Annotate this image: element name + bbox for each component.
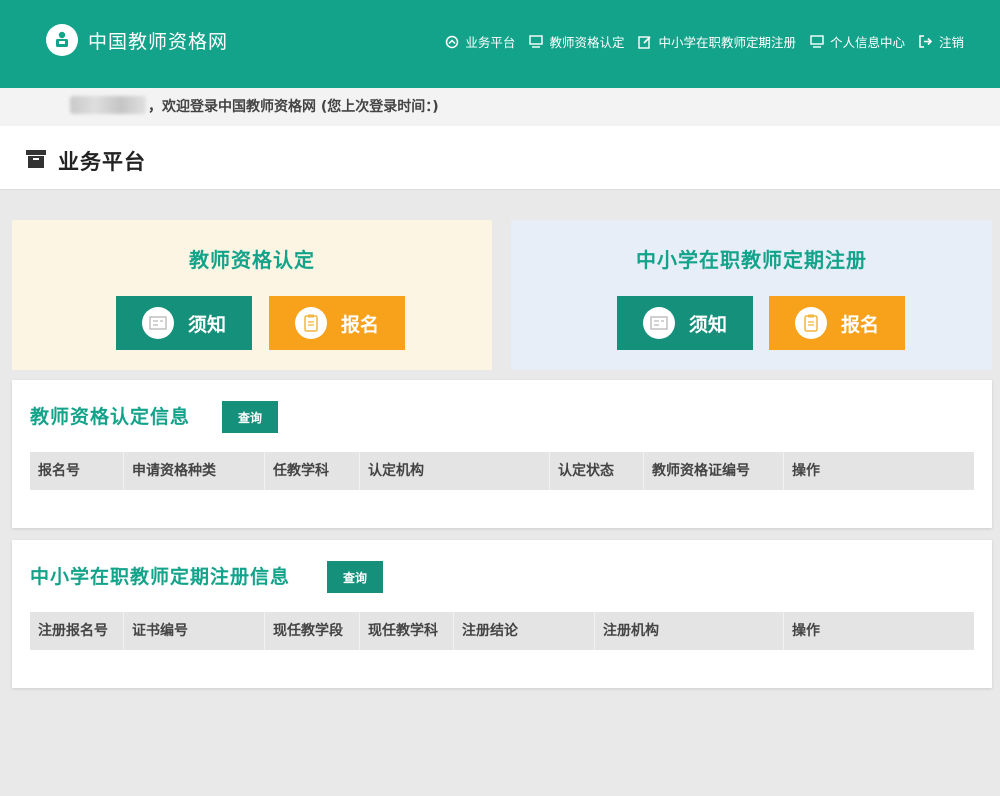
top-header: 中国教师资格网 业务平台 教师资格认定 中小学在职教师定期注册 个人信息中心 注… (0, 0, 1000, 88)
table-header: 报名号 申请资格种类 任教学科 认定机构 认定状态 教师资格证编号 操作 (30, 452, 974, 490)
column-header: 任教学科 (265, 452, 360, 490)
top-navigation: 业务平台 教师资格认定 中小学在职教师定期注册 个人信息中心 注销 (445, 32, 964, 51)
nav-item-label: 中小学在职教师定期注册 (658, 35, 796, 50)
card-teacher-certification: 教师资格认定 须知 报名 (12, 220, 492, 370)
notice-card-icon (141, 307, 174, 339)
nav-item-personal-center[interactable]: 个人信息中心 (810, 32, 905, 51)
welcome-bar: ，欢迎登录中国教师资格网 (您上次登录时间：) (0, 88, 1000, 126)
nav-item-label: 教师资格认定 (549, 35, 625, 50)
notice-card-icon (642, 307, 675, 339)
nav-item-logout[interactable]: 注销 (919, 32, 964, 51)
column-header: 申请资格种类 (124, 452, 265, 490)
column-header: 认定机构 (360, 452, 550, 490)
table-header: 注册报名号 证书编号 现任教学段 现任教学科 注册结论 注册机构 操作 (30, 612, 974, 650)
button-label: 须知 (187, 313, 226, 336)
panel-title: 中小学在职教师定期注册信息 (30, 566, 291, 588)
platform-icon (445, 35, 459, 49)
button-label: 须知 (688, 313, 727, 336)
logout-icon (919, 35, 933, 48)
certification-notice-button[interactable]: 须知 (116, 296, 252, 350)
column-header: 操作 (792, 623, 820, 639)
nav-item-label: 注销 (938, 35, 964, 50)
column-header: 注册结论 (454, 612, 595, 650)
card-periodic-registration: 中小学在职教师定期注册 须知 报名 (511, 220, 992, 370)
site-logo[interactable]: 中国教师资格网 (46, 24, 228, 56)
column-header: 教师资格证编号 (644, 452, 784, 490)
clipboard-icon (794, 307, 827, 339)
nav-item-label: 业务平台 (465, 35, 516, 50)
column-header: 认定状态 (550, 452, 644, 490)
nav-item-label: 个人信息中心 (829, 35, 905, 50)
welcome-message: ，欢迎登录中国教师资格网 (您上次登录时间：) (148, 99, 439, 115)
nav-item-registration[interactable]: 中小学在职教师定期注册 (638, 32, 796, 51)
card-title: 中小学在职教师定期注册 (636, 248, 867, 272)
column-header: 注册报名号 (30, 612, 124, 650)
nav-item-platform[interactable]: 业务平台 (445, 32, 515, 51)
certification-apply-button[interactable]: 报名 (269, 296, 405, 350)
certification-info-panel: 教师资格认定信息 查询 报名号 申请资格种类 任教学科 认定机构 认定状态 教师… (12, 380, 992, 528)
monitor-icon (529, 35, 544, 48)
column-header: 现任教学段 (265, 612, 360, 650)
blurred-username (70, 96, 146, 114)
page-title-band: 业务平台 (0, 126, 1000, 190)
registration-query-button[interactable]: 查询 (327, 561, 383, 593)
column-header: 报名号 (30, 452, 124, 490)
registration-notice-button[interactable]: 须知 (617, 296, 753, 350)
button-label: 报名 (840, 313, 879, 336)
column-header: 注册机构 (595, 612, 784, 650)
panel-title: 教师资格认定信息 (30, 406, 191, 428)
column-header: 现任教学科 (360, 612, 454, 650)
edit-icon (638, 35, 652, 49)
column-header: 操作 (792, 463, 820, 479)
certification-query-button[interactable]: 查询 (222, 401, 278, 433)
monitor-icon (810, 35, 824, 48)
teacher-logo-icon (46, 24, 78, 56)
registration-info-panel: 中小学在职教师定期注册信息 查询 注册报名号 证书编号 现任教学段 现任教学科 … (12, 540, 992, 688)
card-title: 教师资格认定 (189, 248, 315, 272)
archive-box-icon (26, 150, 46, 172)
registration-apply-button[interactable]: 报名 (769, 296, 905, 350)
column-header: 证书编号 (124, 612, 265, 650)
clipboard-icon (294, 307, 327, 339)
site-name: 中国教师资格网 (88, 30, 229, 53)
button-label: 报名 (340, 313, 379, 336)
page-title: 业务平台 (58, 150, 146, 174)
nav-item-certification[interactable]: 教师资格认定 (529, 32, 624, 51)
